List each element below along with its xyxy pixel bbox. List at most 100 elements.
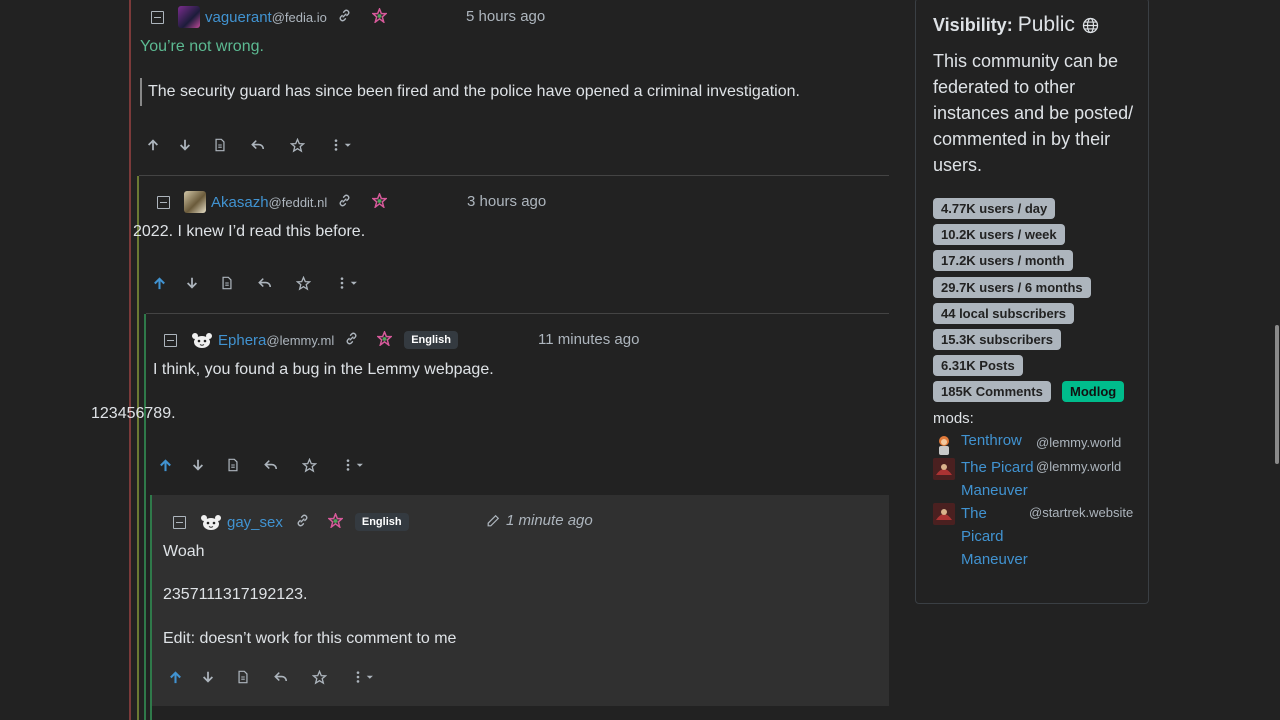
pencil-icon [486, 514, 500, 528]
downvote-icon[interactable] [184, 275, 200, 291]
link-icon[interactable] [337, 193, 352, 212]
thread-line-root [129, 0, 131, 720]
stat-badge-subscribers: 15.3K subscribers [933, 329, 1062, 350]
description-line: This community can be [933, 51, 1119, 71]
avatar [191, 329, 213, 351]
mod-name-line: The [961, 505, 987, 522]
comment-time: 5 hours ago [466, 8, 546, 25]
description-line: commented in by their [933, 129, 1111, 149]
comment-divider [146, 313, 889, 314]
user-instance: @lemmy.ml [266, 332, 335, 348]
comment-body-line: 2357111317192123. [163, 586, 308, 603]
mod-name-line: The Picard [961, 459, 1034, 476]
comment-body: I think, you found a bug in the Lemmy we… [153, 361, 494, 378]
language-badge: English [354, 513, 409, 531]
comment-body: Woah [163, 543, 205, 560]
reply-icon[interactable] [273, 669, 289, 685]
comment-header: gay_sex English [173, 511, 409, 533]
blockquote-text: The security guard has since been fired … [148, 83, 800, 100]
downvote-icon[interactable] [190, 457, 206, 473]
thread-line-level-2 [137, 176, 139, 720]
mod-link-tenthrow[interactable]: Tenthrow [961, 432, 1022, 449]
username-link[interactable]: Akasazh [211, 194, 269, 211]
collapse-toggle[interactable] [151, 10, 164, 24]
comment-header: vaguerant @fedia.io [151, 6, 388, 28]
avatar [200, 511, 222, 533]
stat-badge-comments: 185K Comments [933, 381, 1051, 402]
reply-icon[interactable] [250, 137, 266, 153]
flair-icon [326, 511, 344, 532]
comment-header: Ephera @lemmy.ml English [164, 329, 458, 351]
flair-icon [370, 6, 388, 27]
comment-actions [157, 457, 367, 473]
comment-time: 3 hours ago [467, 193, 547, 210]
comment-actions [145, 137, 355, 153]
mod-link-picard-maneuver-lemmy[interactable]: The Picard Maneuver [961, 456, 1034, 502]
more-menu-icon[interactable] [337, 275, 361, 291]
save-star-icon[interactable] [311, 669, 327, 685]
upvote-icon[interactable] [151, 275, 167, 291]
username-link[interactable]: vaguerant [205, 9, 272, 26]
collapse-toggle[interactable] [164, 333, 177, 347]
source-icon[interactable] [219, 275, 235, 291]
avatar [184, 191, 206, 213]
flair-icon [371, 191, 389, 212]
upvote-icon[interactable] [167, 669, 183, 685]
comment-body: You’re not wrong. [140, 38, 264, 55]
comment-actions [167, 669, 377, 685]
stat-badge-users-month: 17.2K users / month [933, 250, 1073, 271]
description-line: users. [933, 155, 983, 175]
save-star-icon[interactable] [301, 457, 317, 473]
stat-badge-local-subscribers: 44 local subscribers [933, 303, 1075, 324]
globe-icon [1082, 17, 1099, 34]
visibility-value: Public [1017, 13, 1075, 36]
collapse-toggle[interactable] [157, 195, 170, 209]
comment-body-line: Edit: doesn’t work for this comment to m… [163, 630, 457, 647]
mod-name-line: Maneuver [961, 482, 1028, 499]
link-icon[interactable] [344, 331, 359, 350]
visibility-row: Visibility: Public [933, 13, 1099, 37]
link-icon[interactable] [337, 8, 352, 27]
stat-badge-users-day: 4.77K users / day [933, 198, 1056, 219]
more-menu-icon[interactable] [331, 137, 355, 153]
reply-icon[interactable] [263, 457, 279, 473]
more-menu-icon[interactable] [353, 669, 377, 685]
reply-icon[interactable] [257, 275, 273, 291]
mod-link-picard-maneuver-startrek[interactable]: The Picard Maneuver [961, 502, 1028, 571]
comment-divider [139, 175, 889, 176]
modlog-button[interactable]: Modlog [1062, 381, 1125, 402]
more-menu-icon[interactable] [343, 457, 367, 473]
downvote-icon[interactable] [200, 669, 216, 685]
upvote-icon[interactable] [157, 457, 173, 473]
mod-name-line: Maneuver [961, 551, 1028, 568]
scrollbar-thumb[interactable] [1275, 325, 1279, 464]
avatar [935, 435, 953, 455]
language-badge: English [404, 331, 458, 349]
source-icon[interactable] [235, 669, 251, 685]
save-star-icon[interactable] [295, 275, 311, 291]
link-icon[interactable] [295, 513, 310, 532]
comment-body: 2022. I knew I’d read this before. [133, 223, 366, 240]
user-instance: @feddit.nl [268, 194, 328, 210]
source-icon[interactable] [212, 137, 228, 153]
downvote-icon[interactable] [177, 137, 193, 153]
comment-time: 1 minute ago [506, 512, 593, 529]
save-star-icon[interactable] [289, 137, 305, 153]
thread-line-level-3 [144, 314, 146, 720]
mod-instance: @startrek.website [1029, 505, 1134, 520]
user-instance: @fedia.io [271, 9, 327, 25]
upvote-icon[interactable] [145, 137, 161, 153]
username-link[interactable]: gay_sex [227, 514, 283, 531]
visibility-label: Visibility: [933, 14, 1013, 35]
avatar [933, 503, 955, 525]
mod-instance: @lemmy.world [1036, 459, 1122, 474]
collapse-toggle[interactable] [173, 515, 186, 529]
source-icon[interactable] [225, 457, 241, 473]
description-line: instances and be posted/ [933, 103, 1134, 123]
flair-icon [376, 329, 394, 350]
username-link[interactable]: Ephera [218, 332, 266, 349]
comment-header: Akasazh @feddit.nl [157, 191, 389, 213]
mod-instance: @lemmy.world [1036, 435, 1122, 450]
blockquote-bar [140, 78, 142, 106]
comment-actions [151, 275, 361, 291]
